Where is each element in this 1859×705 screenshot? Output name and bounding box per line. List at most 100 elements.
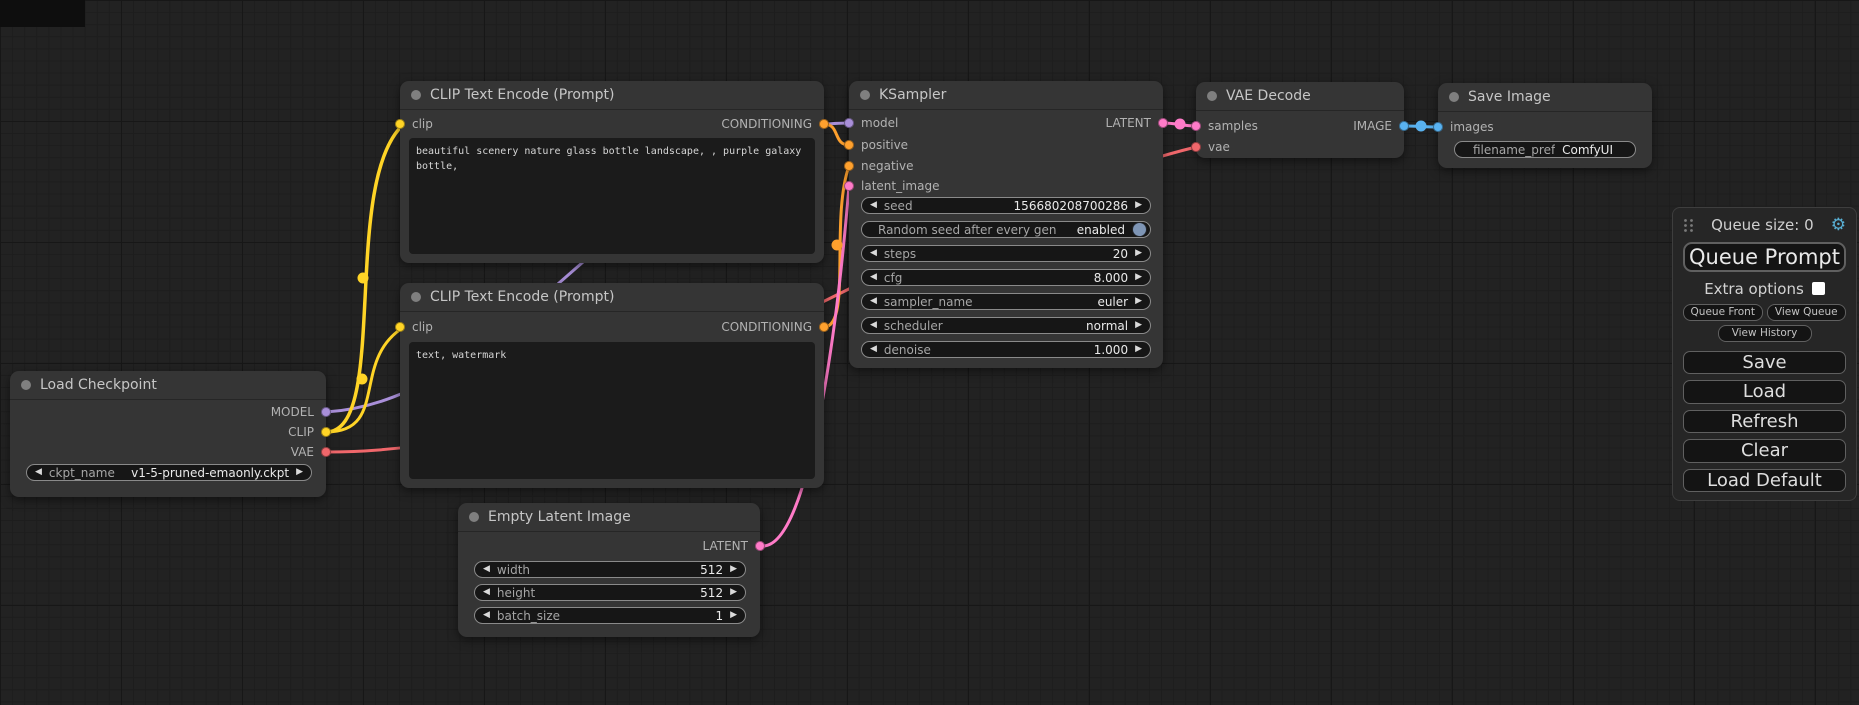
refresh-button[interactable]: Refresh: [1683, 410, 1846, 433]
height-widget[interactable]: ◀ height 512 ▶: [474, 584, 746, 601]
load-default-button[interactable]: Load Default: [1683, 469, 1846, 492]
node-graph-canvas[interactable]: Load Checkpoint MODEL CLIP VAE ◀ ckpt_na…: [0, 0, 1859, 705]
extra-options-checkbox[interactable]: [1812, 282, 1825, 295]
increment-arrow-icon[interactable]: ▶: [1135, 249, 1142, 258]
decrement-arrow-icon[interactable]: ◀: [483, 565, 490, 574]
filename-prefix-widget[interactable]: filename_prefix ComfyUI: [1454, 141, 1636, 158]
node-title-bar[interactable]: VAE Decode: [1196, 82, 1404, 111]
width-widget[interactable]: ◀ width 512 ▶: [474, 561, 746, 578]
decrement-arrow-icon[interactable]: ◀: [870, 273, 877, 282]
prompt-textarea[interactable]: beautiful scenery nature glass bottle la…: [409, 138, 815, 254]
decrement-arrow-icon[interactable]: ◀: [870, 345, 877, 354]
latent-port-dot[interactable]: [755, 541, 765, 551]
node-title-bar[interactable]: CLIP Text Encode (Prompt): [400, 81, 824, 110]
settings-gear-icon[interactable]: ⚙: [1831, 217, 1846, 234]
node-title-bar[interactable]: KSampler: [849, 81, 1163, 110]
collapse-dot-icon[interactable]: [1449, 92, 1459, 102]
save-button[interactable]: Save: [1683, 351, 1846, 374]
image-port-dot[interactable]: [1399, 121, 1409, 131]
model-port-dot[interactable]: [321, 407, 331, 417]
images-port-dot[interactable]: [1433, 122, 1443, 132]
negative-port-dot[interactable]: [844, 161, 854, 171]
positive-port-dot[interactable]: [844, 140, 854, 150]
decrement-arrow-icon[interactable]: ◀: [483, 611, 490, 620]
node-title: CLIP Text Encode (Prompt): [430, 289, 614, 305]
node-load-checkpoint[interactable]: Load Checkpoint MODEL CLIP VAE ◀ ckpt_na…: [10, 371, 326, 497]
output-port-model: MODEL: [271, 405, 331, 419]
seed-widget[interactable]: ◀ seed 156680208700286 ▶: [861, 197, 1151, 214]
samples-port-dot[interactable]: [1191, 121, 1201, 131]
input-port-samples: samples: [1191, 119, 1258, 133]
node-title-bar[interactable]: Load Checkpoint: [10, 371, 326, 400]
node-title-bar[interactable]: Empty Latent Image: [458, 503, 760, 532]
latent-image-port-dot[interactable]: [844, 181, 854, 191]
widget-value: enabled: [1077, 223, 1125, 237]
decrement-arrow-icon[interactable]: ◀: [483, 588, 490, 597]
increment-arrow-icon[interactable]: ▶: [1135, 345, 1142, 354]
input-port-vae: vae: [1191, 140, 1230, 154]
increment-arrow-icon[interactable]: ▶: [730, 588, 737, 597]
node-empty-latent-image[interactable]: Empty Latent Image LATENT ◀ width 512 ▶ …: [458, 503, 760, 637]
increment-arrow-icon[interactable]: ▶: [1135, 201, 1142, 210]
widget-label: Random seed after every gen: [870, 223, 1070, 237]
toggle-knob-icon[interactable]: [1132, 222, 1147, 237]
port-label: MODEL: [271, 405, 314, 419]
increment-arrow-icon[interactable]: ▶: [730, 565, 737, 574]
collapse-dot-icon[interactable]: [1207, 91, 1217, 101]
input-port-latent-image: latent_image: [844, 179, 939, 193]
denoise-widget[interactable]: ◀ denoise 1.000 ▶: [861, 341, 1151, 358]
batch-size-widget[interactable]: ◀ batch_size 1 ▶: [474, 607, 746, 624]
collapse-dot-icon[interactable]: [469, 512, 479, 522]
node-title-bar[interactable]: Save Image: [1438, 83, 1652, 112]
drag-handle-icon[interactable]: [1683, 218, 1694, 233]
clip-port-dot[interactable]: [395, 322, 405, 332]
steps-widget[interactable]: ◀ steps 20 ▶: [861, 245, 1151, 262]
node-ksampler[interactable]: KSampler model positive negative latent_…: [849, 81, 1163, 368]
node-save-image[interactable]: Save Image images filename_prefix ComfyU…: [1438, 83, 1652, 168]
decrement-arrow-icon[interactable]: ◀: [870, 297, 877, 306]
decrement-arrow-icon[interactable]: ◀: [870, 201, 877, 210]
clip-port-dot[interactable]: [395, 119, 405, 129]
collapse-dot-icon[interactable]: [411, 292, 421, 302]
node-clip-text-encode-negative[interactable]: CLIP Text Encode (Prompt) clip CONDITION…: [400, 283, 824, 488]
queue-front-button[interactable]: Queue Front: [1683, 304, 1763, 321]
collapse-dot-icon[interactable]: [21, 380, 31, 390]
conditioning-port-dot[interactable]: [819, 119, 829, 129]
node-title: VAE Decode: [1226, 88, 1311, 104]
increment-arrow-icon[interactable]: ▶: [1135, 273, 1142, 282]
decrement-arrow-icon[interactable]: ◀: [870, 321, 877, 330]
clip-port-dot[interactable]: [321, 427, 331, 437]
view-history-button[interactable]: View History: [1718, 325, 1812, 342]
decrement-arrow-icon[interactable]: ◀: [35, 468, 42, 477]
conditioning-port-dot[interactable]: [819, 322, 829, 332]
view-queue-button[interactable]: View Queue: [1767, 304, 1847, 321]
ckpt-name-widget[interactable]: ◀ ckpt_name v1-5-pruned-emaonly.ckpt ▶: [26, 464, 312, 481]
clear-button[interactable]: Clear: [1683, 439, 1846, 462]
extra-options-row: Extra options: [1683, 280, 1846, 298]
model-port-dot[interactable]: [844, 118, 854, 128]
collapse-dot-icon[interactable]: [860, 90, 870, 100]
random-seed-widget[interactable]: Random seed after every gen enabled: [861, 221, 1151, 238]
vae-port-dot[interactable]: [321, 447, 331, 457]
node-vae-decode[interactable]: VAE Decode samples vae IMAGE: [1196, 82, 1404, 158]
increment-arrow-icon[interactable]: ▶: [296, 468, 303, 477]
queue-prompt-button[interactable]: Queue Prompt: [1683, 242, 1846, 272]
cfg-widget[interactable]: ◀ cfg 8.000 ▶: [861, 269, 1151, 286]
latent-port-dot[interactable]: [1158, 118, 1168, 128]
node-clip-text-encode-positive[interactable]: CLIP Text Encode (Prompt) clip CONDITION…: [400, 81, 824, 263]
link-midpoint-dot: [832, 240, 843, 251]
vae-port-dot[interactable]: [1191, 142, 1201, 152]
increment-arrow-icon[interactable]: ▶: [730, 611, 737, 620]
collapse-dot-icon[interactable]: [411, 90, 421, 100]
scheduler-widget[interactable]: ◀ scheduler normal ▶: [861, 317, 1151, 334]
sampler-name-widget[interactable]: ◀ sampler_name euler ▶: [861, 293, 1151, 310]
output-port-vae: VAE: [291, 445, 331, 459]
prompt-textarea[interactable]: text, watermark: [409, 342, 815, 479]
widget-label: ckpt_name: [49, 466, 124, 480]
load-button[interactable]: Load: [1683, 380, 1846, 403]
increment-arrow-icon[interactable]: ▶: [1135, 297, 1142, 306]
widget-value: v1-5-pruned-emaonly.ckpt: [131, 466, 289, 480]
node-title-bar[interactable]: CLIP Text Encode (Prompt): [400, 283, 824, 312]
increment-arrow-icon[interactable]: ▶: [1135, 321, 1142, 330]
decrement-arrow-icon[interactable]: ◀: [870, 249, 877, 258]
